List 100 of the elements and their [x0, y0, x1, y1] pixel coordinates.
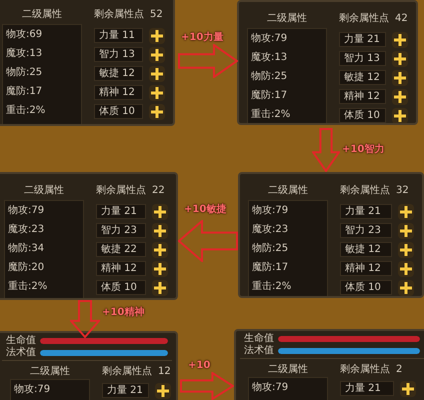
arrow — [70, 300, 100, 338]
stat-text: 重击:2% — [8, 280, 48, 294]
stat-text: 物攻:79 — [252, 204, 288, 218]
plus-icon — [154, 206, 166, 218]
attribute-field: 敏捷 12 — [94, 66, 143, 81]
plus-button[interactable] — [392, 108, 408, 123]
plus-button[interactable] — [152, 204, 168, 220]
plus-icon — [151, 68, 163, 80]
attribute-field: 敏捷 12 — [340, 242, 392, 257]
plus-icon — [151, 86, 163, 98]
plus-button[interactable] — [392, 32, 408, 48]
annotation-label: +10精神 — [102, 306, 144, 320]
stat-text: 物攻:79 — [251, 32, 288, 46]
plus-icon — [400, 244, 412, 256]
stat-text: 物攻:79 — [14, 383, 50, 397]
annotation-label: +10智力 — [342, 142, 384, 157]
plus-button[interactable] — [149, 104, 165, 120]
plus-icon — [394, 34, 406, 46]
stat-text: 魔攻:13 — [6, 46, 42, 61]
plus-icon — [151, 48, 163, 60]
section-title: 二级属性 — [24, 184, 64, 198]
stat-text: 物防:25 — [252, 242, 288, 256]
bar-label: 生命值 — [6, 335, 36, 346]
plus-button[interactable] — [398, 222, 414, 238]
attribute-field: 力量 21 — [102, 383, 149, 398]
arrow — [312, 128, 340, 172]
bar-label: 法术值 — [244, 345, 274, 356]
stat-text: 魔防:17 — [252, 260, 288, 275]
attribute-field: 精神 12 — [96, 261, 146, 276]
plus-button[interactable] — [392, 88, 408, 104]
stat-text: 重击:2% — [6, 104, 46, 118]
attribute-field: 智力 23 — [96, 223, 146, 238]
points-label: 剩余属性点 — [94, 8, 144, 22]
annotation-label: +10力量 — [181, 30, 224, 45]
arrow — [178, 44, 238, 78]
stat-text: 物防:34 — [8, 242, 44, 256]
attribute-field: 敏捷 22 — [96, 242, 146, 257]
stat-text: 魔攻:23 — [8, 222, 44, 237]
stat-text: 重击:2% — [252, 280, 292, 294]
attribute-field: 敏捷 12 — [339, 70, 386, 85]
stat-text: 物防:25 — [6, 66, 42, 80]
plus-icon — [151, 30, 163, 42]
stat-text: 魔防:17 — [251, 88, 288, 103]
plus-icon — [400, 262, 412, 274]
attribute-field: 智力 13 — [339, 51, 386, 66]
section-title: 二级属性 — [30, 364, 70, 378]
stat-text: 魔防:17 — [6, 84, 42, 99]
attribute-field: 力量 21 — [340, 204, 392, 219]
points-label: 剩余属性点 — [339, 12, 389, 26]
attribute-field: 力量 21 — [96, 204, 146, 219]
bar-label: 生命值 — [244, 333, 274, 344]
plus-button[interactable] — [152, 280, 168, 296]
plus-button[interactable] — [398, 280, 414, 296]
points-value: 52 — [150, 8, 163, 22]
plus-button[interactable] — [398, 204, 414, 220]
section-title: 二级属性 — [267, 12, 307, 26]
section-title: 二级属性 — [268, 184, 308, 198]
plus-button[interactable] — [149, 66, 165, 82]
attribute-field: 智力 13 — [94, 47, 143, 62]
plus-icon — [394, 90, 406, 102]
plus-icon — [400, 282, 412, 294]
plus-button[interactable] — [392, 70, 408, 86]
plus-button[interactable] — [149, 84, 165, 100]
attribute-field: 精神 12 — [94, 85, 143, 100]
stat-text: 物攻:69 — [6, 28, 42, 42]
plus-button[interactable] — [398, 242, 414, 258]
plus-button[interactable] — [152, 260, 168, 276]
plus-icon — [394, 110, 406, 122]
bar-label: 法术值 — [6, 347, 36, 358]
arrow — [180, 372, 234, 400]
stat-text: 魔攻:23 — [252, 222, 288, 237]
plus-button[interactable] — [152, 222, 168, 238]
section-title: 二级属性 — [268, 362, 308, 376]
annotation-label: +10敏捷 — [184, 202, 226, 217]
plus-button[interactable] — [149, 46, 165, 62]
plus-icon — [400, 224, 412, 236]
points-value: 22 — [152, 184, 165, 198]
attribute-field: 体质 10 — [94, 104, 143, 119]
plus-button[interactable] — [154, 382, 171, 398]
attribute-field: 体质 10 — [339, 108, 386, 123]
points-value: 32 — [396, 184, 409, 198]
points-label: 剩余属性点 — [102, 364, 152, 378]
attribute-field: 力量 21 — [339, 32, 386, 47]
plus-button[interactable] — [149, 28, 165, 44]
section-title: 二级属性 — [22, 8, 62, 22]
points-value: 2 — [396, 362, 402, 376]
plus-button[interactable] — [392, 50, 408, 66]
plus-button[interactable] — [152, 242, 168, 258]
plus-button[interactable] — [398, 260, 414, 276]
attribute-field: 智力 23 — [340, 223, 392, 238]
arrow — [178, 220, 238, 262]
stat-text: 魔攻:13 — [251, 50, 288, 65]
points-value: 42 — [395, 12, 408, 26]
plus-icon — [400, 206, 412, 218]
plus-button[interactable] — [400, 380, 416, 396]
plus-icon — [156, 384, 169, 396]
points-value: 12 — [158, 364, 171, 378]
plus-icon — [154, 244, 166, 256]
plus-icon — [154, 224, 166, 236]
points-label: 剩余属性点 — [340, 184, 390, 198]
